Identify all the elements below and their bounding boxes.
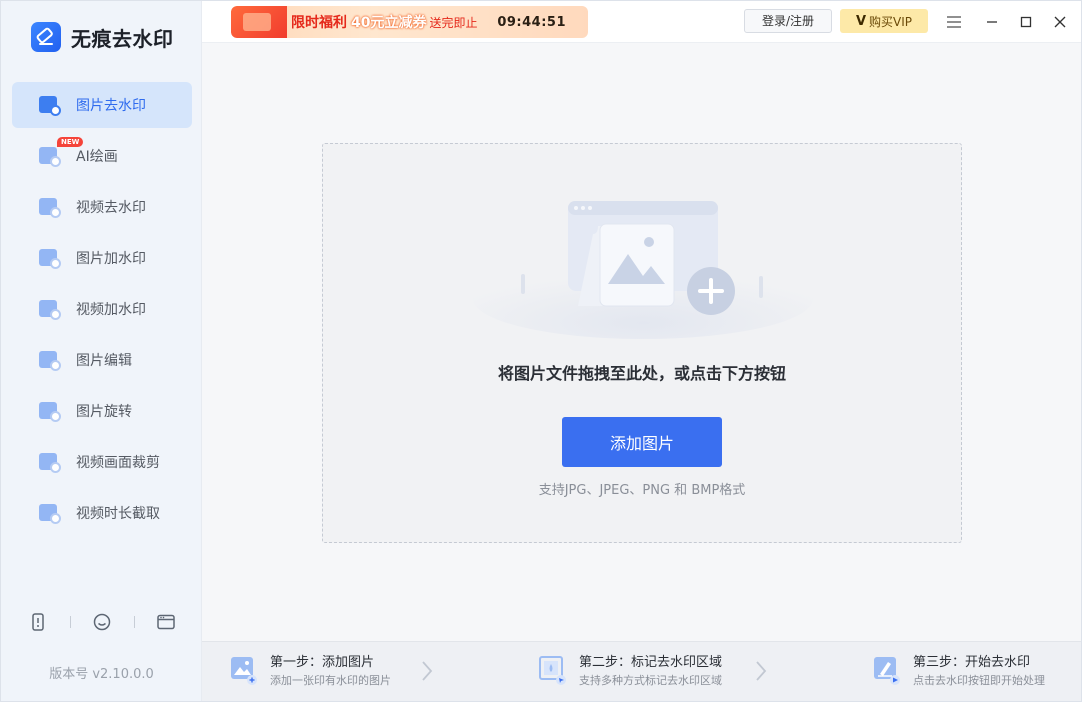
sidebar-item-label: 视频加水印 <box>76 302 146 318</box>
add-image-button[interactable]: 添加图片 <box>562 417 722 467</box>
sidebar-item-label: 图片去水印 <box>76 98 146 114</box>
step-3: 第三步：开始去水印 点击去水印按钮即开始处理 <box>873 654 1045 690</box>
sidebar-item-image-watermark-remove[interactable]: 图片去水印 <box>12 82 192 128</box>
add-image-step-icon <box>230 654 258 686</box>
video-trim-icon <box>39 502 61 524</box>
maximize-icon[interactable] <box>1015 11 1037 33</box>
chevron-right-icon <box>754 660 768 682</box>
video-crop-icon <box>39 451 61 473</box>
sidebar: 无痕去水印 图片去水印 NEW AI绘画 视频去水印 图片加水印 视频加水印 图… <box>1 1 202 701</box>
drop-hint: 将图片文件拖拽至此处，或点击下方按钮 <box>497 364 786 383</box>
login-register-button[interactable]: 登录/注册 <box>744 9 832 33</box>
sidebar-item-label: 视频画面裁剪 <box>76 455 160 471</box>
step-title: 第三步：开始去水印 <box>913 655 1031 670</box>
step-2: 第二步：标记去水印区域 支持多种方式标记去水印区域 <box>539 654 722 690</box>
coupon-gift-icon <box>231 6 287 38</box>
image-drop-zone[interactable]: 将图片文件拖拽至此处，或点击下方按钮 添加图片 支持JPG、JPEG、PNG 和… <box>322 143 962 543</box>
new-badge: NEW <box>57 137 84 147</box>
promo-amount: 40元立减券 <box>351 15 427 31</box>
step-title: 第二步：标记去水印区域 <box>579 655 723 670</box>
sidebar-item-label: 视频去水印 <box>76 200 146 216</box>
chevron-right-icon <box>420 660 434 682</box>
sidebar-item-label: AI绘画 <box>76 149 118 165</box>
sidebar-item-video-watermark-add[interactable]: 视频加水印 <box>12 286 192 332</box>
step-description: 点击去水印按钮即开始处理 <box>913 674 1045 687</box>
promo-banner[interactable]: 限时福利 40元立减券 送完即止 09:44:51 <box>231 6 588 38</box>
start-removal-step-icon <box>873 654 901 686</box>
image-eraser-icon <box>39 94 61 116</box>
minimize-icon[interactable] <box>981 11 1003 33</box>
image-add-watermark-icon <box>39 247 61 269</box>
divider <box>69 616 71 628</box>
main-area: 将图片文件拖拽至此处，或点击下方按钮 添加图片 支持JPG、JPEG、PNG 和… <box>202 43 1081 641</box>
sidebar-item-label: 图片编辑 <box>76 353 132 369</box>
step-description: 添加一张印有水印的图片 <box>270 674 391 687</box>
image-edit-icon <box>39 349 61 371</box>
sidebar-item-label: 视频时长截取 <box>76 506 160 522</box>
sidebar-item-video-trim[interactable]: 视频时长截取 <box>12 490 192 536</box>
top-bar: 限时福利 40元立减券 送完即止 09:44:51 登录/注册 V 购买VIP <box>202 1 1081 43</box>
supported-formats: 支持JPG、JPEG、PNG 和 BMP格式 <box>538 483 746 498</box>
sidebar-nav: 图片去水印 NEW AI绘画 视频去水印 图片加水印 视频加水印 图片编辑 图片… <box>12 82 192 541</box>
menu-icon[interactable] <box>943 11 965 33</box>
step-description: 支持多种方式标记去水印区域 <box>579 674 722 687</box>
step-1: 第一步：添加图片 添加一张印有水印的图片 <box>230 654 391 690</box>
ai-paint-icon <box>39 145 61 167</box>
step-title: 第一步：添加图片 <box>270 655 375 670</box>
version-label: 版本号 v2.10.0.0 <box>49 667 154 682</box>
browser-icon[interactable] <box>155 611 177 633</box>
promo-title: 限时福利 <box>291 15 347 31</box>
divider <box>133 616 135 628</box>
promo-subtitle: 送完即止 <box>429 15 478 30</box>
sidebar-item-video-crop[interactable]: 视频画面裁剪 <box>12 439 192 485</box>
sidebar-item-image-edit[interactable]: 图片编辑 <box>12 337 192 383</box>
image-rotate-icon <box>39 400 61 422</box>
vip-icon: V <box>855 13 867 29</box>
sidebar-tools <box>27 611 177 633</box>
sidebar-item-video-watermark-remove[interactable]: 视频去水印 <box>12 184 192 230</box>
promo-countdown: 09:44:51 <box>497 14 566 30</box>
close-icon[interactable] <box>1049 11 1071 33</box>
sidebar-item-ai-painting[interactable]: NEW AI绘画 <box>12 133 192 179</box>
sidebar-item-label: 图片旋转 <box>76 404 132 420</box>
smile-icon[interactable] <box>91 611 113 633</box>
eraser-logo-icon <box>31 22 61 52</box>
upload-image-illustration <box>473 201 813 339</box>
buy-vip-button[interactable]: V 购买VIP <box>840 9 928 33</box>
app-name: 无痕去水印 <box>71 26 174 51</box>
sidebar-item-label: 图片加水印 <box>76 251 146 267</box>
mark-area-step-icon <box>539 654 567 686</box>
video-add-watermark-icon <box>39 298 61 320</box>
vip-label: 购买VIP <box>869 14 913 29</box>
steps-bar: 第一步：添加图片 添加一张印有水印的图片 第二步：标记去水印区域 支持多种方式标… <box>202 641 1081 701</box>
app-window: 无痕去水印 图片去水印 NEW AI绘画 视频去水印 图片加水印 视频加水印 图… <box>0 0 1082 702</box>
app-logo: 无痕去水印 <box>31 21 174 53</box>
sidebar-item-image-watermark-add[interactable]: 图片加水印 <box>12 235 192 281</box>
video-eraser-icon <box>39 196 61 218</box>
sidebar-item-image-rotate[interactable]: 图片旋转 <box>12 388 192 434</box>
phone-icon[interactable] <box>27 611 49 633</box>
